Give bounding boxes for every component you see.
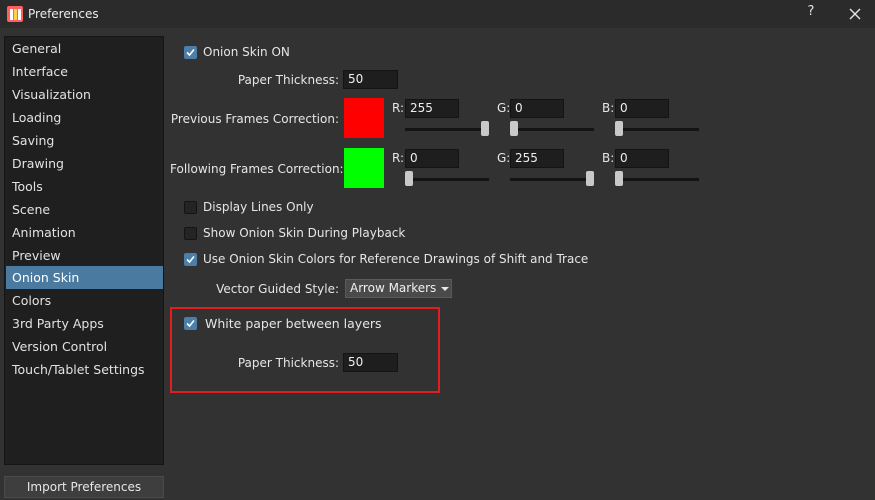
sidebar-item-tools[interactable]: Tools [6, 175, 163, 198]
sidebar-item-scene[interactable]: Scene [6, 198, 163, 221]
sidebar-item-drawing[interactable]: Drawing [6, 152, 163, 175]
sidebar-item-3rd-party-apps[interactable]: 3rd Party Apps [6, 312, 163, 335]
previous-b-slider-handle[interactable] [615, 121, 623, 136]
previous-r-label: R: [392, 101, 405, 115]
following-r-slider-track[interactable] [405, 178, 489, 181]
app-logo-icon [7, 6, 23, 22]
paper-thickness-2-field[interactable]: 50 [343, 353, 398, 372]
paper-thickness-2-label: Paper Thickness: [237, 356, 339, 370]
following-g-slider-track[interactable] [510, 178, 594, 181]
white-paper-checkbox[interactable] [184, 317, 197, 330]
following-g-label: G: [497, 151, 511, 165]
previous-frames-correction-label: Previous Frames Correction: [170, 112, 339, 126]
dropdown-arrow-icon [441, 287, 449, 291]
previous-r-slider-track[interactable] [405, 128, 489, 131]
sidebar-item-version-control[interactable]: Version Control [6, 335, 163, 358]
following-r-slider-handle[interactable] [405, 171, 413, 186]
previous-b-label: B: [602, 101, 615, 115]
white-paper-label: White paper between layers [205, 316, 382, 331]
vector-guided-style-value: Arrow Markers [350, 281, 437, 295]
previous-g-slider-handle[interactable] [510, 121, 518, 136]
sidebar-item-general[interactable]: General [6, 37, 163, 60]
onion-skin-on-label: Onion Skin ON [203, 45, 290, 59]
sidebar-item-animation[interactable]: Animation [6, 221, 163, 244]
show-during-playback-label: Show Onion Skin During Playback [203, 226, 406, 240]
following-b-slider-handle[interactable] [615, 171, 623, 186]
close-icon[interactable] [846, 5, 864, 23]
following-g-field[interactable]: 255 [510, 149, 564, 168]
previous-r-field[interactable]: 255 [405, 99, 459, 118]
sidebar-item-touch-tablet[interactable]: Touch/Tablet Settings [6, 358, 163, 381]
paper-thickness-field[interactable]: 50 [343, 70, 398, 89]
following-b-field[interactable]: 0 [615, 149, 669, 168]
window-title: Preferences [28, 7, 99, 21]
following-r-field[interactable]: 0 [405, 149, 459, 168]
use-onion-colors-checkbox[interactable] [184, 253, 197, 266]
vector-guided-style-label: Vector Guided Style: [216, 282, 339, 296]
following-r-label: R: [392, 151, 405, 165]
display-lines-only-checkbox[interactable] [184, 201, 197, 214]
sidebar-item-preview[interactable]: Preview [6, 244, 163, 267]
following-frames-correction-label: Following Frames Correction: [170, 162, 344, 176]
show-during-playback-checkbox[interactable] [184, 227, 197, 240]
sidebar-item-onion-skin[interactable]: Onion Skin [6, 266, 163, 289]
sidebar-item-saving[interactable]: Saving [6, 129, 163, 152]
sidebar-item-interface[interactable]: Interface [6, 60, 163, 83]
previous-b-slider-track[interactable] [615, 128, 699, 131]
onion-skin-on-checkbox[interactable] [184, 46, 197, 59]
following-frames-color-swatch[interactable] [344, 148, 384, 188]
title-bar: Preferences ? [0, 0, 875, 28]
checkmark-icon [186, 319, 195, 328]
display-lines-only-label: Display Lines Only [203, 200, 314, 214]
previous-frames-color-swatch[interactable] [344, 98, 384, 138]
category-list: General Interface Visualization Loading … [4, 36, 164, 465]
following-g-slider-handle[interactable] [586, 171, 594, 186]
following-b-slider-track[interactable] [615, 178, 699, 181]
previous-g-slider-track[interactable] [510, 128, 594, 131]
following-b-label: B: [602, 151, 615, 165]
paper-thickness-label: Paper Thickness: [237, 73, 339, 87]
previous-g-field[interactable]: 0 [510, 99, 564, 118]
checkmark-icon [186, 48, 195, 57]
previous-r-slider-handle[interactable] [481, 121, 489, 136]
sidebar-item-loading[interactable]: Loading [6, 106, 163, 129]
help-button[interactable]: ? [804, 4, 818, 22]
checkmark-icon [186, 255, 195, 264]
import-preferences-button[interactable]: Import Preferences [4, 476, 164, 498]
sidebar-item-visualization[interactable]: Visualization [6, 83, 163, 106]
previous-g-label: G: [497, 101, 511, 115]
use-onion-colors-label: Use Onion Skin Colors for Reference Draw… [203, 252, 589, 266]
sidebar-item-colors[interactable]: Colors [6, 289, 163, 312]
vector-guided-style-dropdown[interactable]: Arrow Markers [345, 279, 452, 298]
previous-b-field[interactable]: 0 [615, 99, 669, 118]
